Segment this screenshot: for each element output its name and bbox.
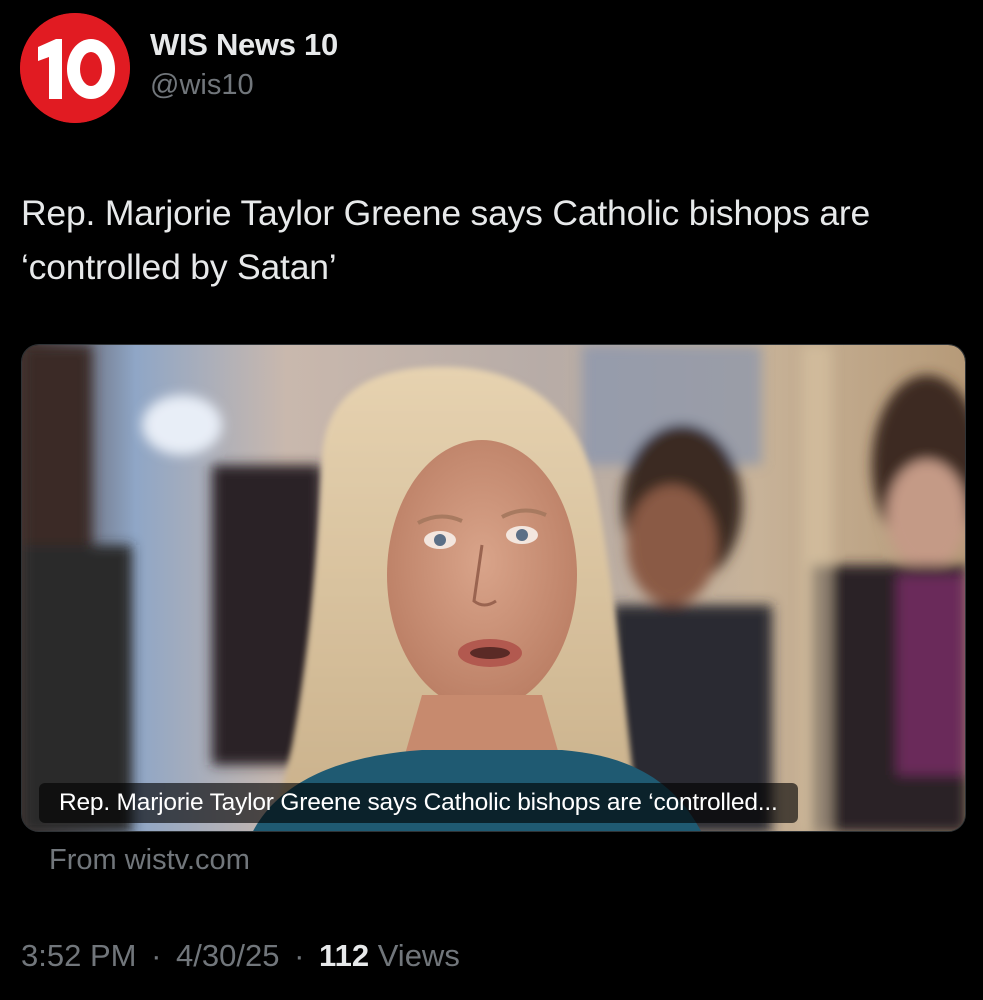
tweet-meta: 3:52 PM · 4/30/25 · 112 Views bbox=[21, 936, 460, 976]
tweet-time[interactable]: 3:52 PM bbox=[21, 938, 136, 973]
tweet-header: WIS News 10 @wis10 bbox=[20, 13, 338, 123]
link-card-image[interactable]: Rep. Marjorie Taylor Greene says Catholi… bbox=[21, 344, 966, 832]
tweet-date[interactable]: 4/30/25 bbox=[176, 938, 279, 973]
meta-separator: · bbox=[294, 938, 305, 973]
display-name[interactable]: WIS News 10 bbox=[150, 27, 338, 63]
news-photo bbox=[22, 345, 965, 831]
views-label: Views bbox=[377, 938, 460, 973]
avatar[interactable] bbox=[20, 13, 130, 123]
wis-10-logo-icon bbox=[20, 13, 130, 123]
link-source[interactable]: From wistv.com bbox=[49, 842, 250, 878]
account-handle[interactable]: @wis10 bbox=[150, 67, 338, 103]
tweet-text: Rep. Marjorie Taylor Greene says Catholi… bbox=[21, 193, 871, 287]
account-names: WIS News 10 @wis10 bbox=[150, 27, 338, 103]
link-card-caption: Rep. Marjorie Taylor Greene says Catholi… bbox=[39, 783, 798, 823]
meta-separator: · bbox=[151, 938, 162, 973]
views-count[interactable]: 112 bbox=[319, 938, 369, 973]
